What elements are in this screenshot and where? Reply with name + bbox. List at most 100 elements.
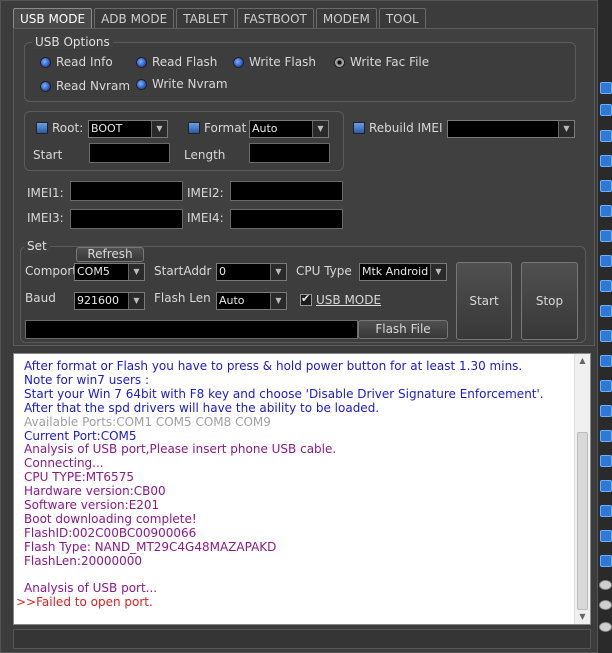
disc-icon[interactable] — [599, 580, 612, 590]
device-icon[interactable] — [600, 530, 612, 542]
device-icon[interactable] — [600, 130, 612, 142]
imei3-field[interactable] — [70, 209, 183, 229]
disc-icon[interactable] — [599, 622, 612, 632]
format-select[interactable]: Auto ▼ — [249, 120, 329, 138]
device-icon[interactable] — [600, 330, 612, 342]
imei4-label: IMEI4: — [187, 211, 224, 225]
cpu-type-label: CPU Type — [296, 264, 352, 278]
flash-file-path-field[interactable] — [25, 320, 358, 339]
device-icon[interactable] — [600, 405, 612, 417]
log-line: Start your Win 7 64bit with F8 key and c… — [24, 386, 544, 401]
log-console[interactable]: After format or Flash you have to press … — [13, 353, 591, 625]
imei4-field[interactable] — [230, 209, 343, 229]
format-checkbox[interactable] — [188, 122, 200, 134]
imei2-field[interactable] — [230, 181, 343, 201]
log-line: After that the spd drivers will have the… — [24, 400, 380, 415]
device-icon[interactable] — [600, 305, 612, 317]
tab-fastboot[interactable]: FASTBOOT — [236, 8, 314, 28]
chevron-down-icon: ▼ — [128, 264, 144, 280]
radio-icon — [40, 56, 51, 68]
root-select[interactable]: BOOT ▼ — [88, 120, 168, 138]
log-line: FlashID:002C00BC00900066 — [24, 525, 197, 540]
flash-file-button[interactable]: Flash File — [358, 320, 448, 339]
tab-tablet[interactable]: TABLET — [176, 8, 235, 28]
log-line: Flash Type: NAND_MT29C4G48MAZAPAKD — [24, 539, 277, 554]
usb-options-title: USB Options — [32, 35, 113, 49]
device-icon[interactable] — [600, 430, 612, 442]
log-line: Boot downloading complete! — [24, 511, 197, 526]
tab-tool[interactable]: TOOL — [378, 8, 426, 28]
stop-button[interactable]: Stop — [521, 262, 578, 340]
comport-select[interactable]: COM5 ▼ — [74, 263, 145, 281]
set-title: Set — [24, 239, 50, 253]
log-line: Analysis of USB port,Please insert phone… — [24, 442, 337, 457]
imei1-label: IMEI1: — [27, 186, 64, 200]
flash-len-label: Flash Len — [154, 291, 211, 305]
start-label: Start — [33, 148, 63, 162]
device-icon[interactable] — [600, 380, 612, 392]
tab-usb-mode[interactable]: USB MODE — [13, 8, 93, 28]
baud-select[interactable]: 921600 ▼ — [74, 292, 145, 310]
log-line: Current Port:COM5 — [24, 428, 137, 443]
write-flash-radio[interactable]: Write Flash — [233, 55, 316, 69]
radio-icon — [136, 56, 147, 68]
log-line: Hardware version:CB00 — [24, 484, 166, 499]
status-bar — [13, 629, 591, 649]
log-line: >>Failed to open port. — [16, 595, 153, 610]
flash-len-select[interactable]: Auto ▼ — [216, 292, 287, 310]
refresh-button[interactable]: Refresh — [76, 247, 144, 262]
radio-selected-icon — [334, 56, 345, 68]
read-flash-radio[interactable]: Read Flash — [136, 55, 217, 69]
rebuild-imei-checkbox[interactable] — [353, 122, 365, 134]
length-label: Length — [184, 148, 226, 162]
device-icon[interactable] — [600, 205, 612, 217]
imei3-label: IMEI3: — [27, 211, 64, 225]
device-icon[interactable] — [600, 180, 612, 192]
write-nvram-radio[interactable]: Write Nvram — [136, 77, 228, 91]
usb-mode-panel: USB Options Read Info Read Flash Write F… — [13, 28, 595, 346]
log-scrollbar[interactable]: ▲ ▼ — [574, 354, 590, 624]
device-icon[interactable] — [600, 355, 612, 367]
device-icon[interactable] — [600, 155, 612, 167]
device-icon[interactable] — [600, 505, 612, 517]
disc-icon[interactable] — [599, 600, 612, 610]
chevron-down-icon: ▼ — [558, 121, 574, 137]
chevron-down-icon: ▼ — [151, 121, 167, 137]
device-icon[interactable] — [600, 230, 612, 242]
rebuild-imei-select[interactable]: ▼ — [447, 120, 575, 138]
log-line: Note for win7 users : — [24, 372, 150, 387]
write-fac-file-radio[interactable]: Write Fac File — [334, 55, 429, 69]
chevron-down-icon: ▼ — [270, 293, 286, 309]
mode-tabs: USB MODE ADB MODE TABLET FASTBOOT MODEM … — [13, 8, 428, 28]
cpu-type-select[interactable]: Mtk Android ▼ — [359, 263, 447, 281]
device-icon[interactable] — [600, 480, 612, 492]
start-button[interactable]: Start — [456, 262, 512, 340]
device-icon[interactable] — [600, 280, 612, 292]
device-icon[interactable] — [600, 82, 612, 94]
start-field[interactable] — [89, 143, 170, 163]
scroll-up-icon[interactable]: ▲ — [575, 354, 590, 368]
log-line: CPU TYPE:MT6575 — [24, 470, 134, 485]
device-icon[interactable] — [600, 555, 612, 567]
device-icon[interactable] — [600, 255, 612, 267]
side-toolbar — [598, 0, 612, 653]
comport-label: Comport — [25, 264, 78, 278]
device-icon[interactable] — [600, 104, 612, 116]
read-nvram-radio[interactable]: Read Nvram — [40, 79, 130, 93]
scroll-down-icon[interactable]: ▼ — [575, 610, 590, 624]
device-icon[interactable] — [600, 455, 612, 467]
read-info-radio[interactable]: Read Info — [40, 55, 113, 69]
scroll-thumb[interactable] — [577, 432, 588, 610]
tab-modem[interactable]: MODEM — [315, 8, 377, 28]
length-field[interactable] — [249, 143, 330, 163]
main-window: USB MODE ADB MODE TABLET FASTBOOT MODEM … — [0, 0, 598, 653]
format-label: Format — [204, 121, 247, 135]
chevron-down-icon: ▼ — [128, 293, 144, 309]
chevron-down-icon: ▼ — [312, 121, 328, 137]
imei1-field[interactable] — [70, 181, 183, 201]
imei2-label: IMEI2: — [187, 186, 224, 200]
startaddr-select[interactable]: 0 ▼ — [216, 263, 287, 281]
usb-mode-checkbox[interactable] — [300, 292, 312, 306]
tab-adb-mode[interactable]: ADB MODE — [94, 8, 175, 28]
root-checkbox[interactable] — [36, 122, 48, 134]
